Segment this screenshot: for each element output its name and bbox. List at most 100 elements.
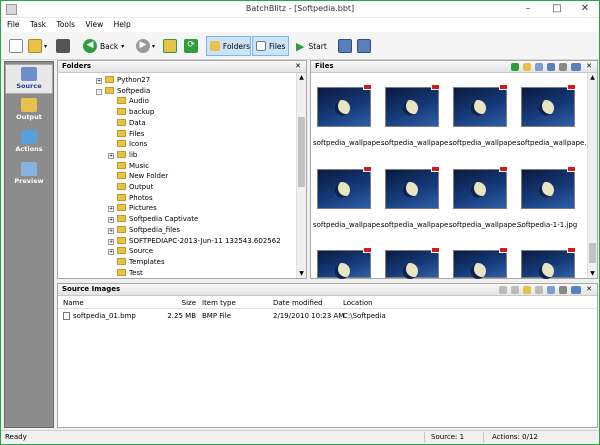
table-row[interactable]: softpedia_01.bmp 2.25 MB BMP File 2/19/2… xyxy=(58,310,597,322)
column-location[interactable]: Location xyxy=(343,299,373,307)
tree-item[interactable]: Test xyxy=(108,268,143,279)
image-thumbnail[interactable] xyxy=(521,166,576,209)
sidebar-item-preview[interactable]: Preview xyxy=(5,160,53,190)
toolbar: ▾ ◀ Back ▾ ▶ ▾ ⟳ Folders Files ▶ Start xyxy=(1,32,599,60)
tree-item[interactable]: Music xyxy=(108,161,149,172)
start-button[interactable]: ▶ Start xyxy=(296,36,327,56)
sort-icon[interactable] xyxy=(547,286,555,294)
tree-item[interactable]: Photos xyxy=(108,193,153,204)
format-badge-icon xyxy=(499,84,508,90)
new-button[interactable] xyxy=(9,36,23,56)
up-folder-button[interactable] xyxy=(163,36,177,56)
column-name[interactable]: Name xyxy=(63,299,84,307)
image-thumbnail[interactable] xyxy=(521,247,576,279)
save-icon xyxy=(56,39,70,53)
tree-item[interactable]: + Source xyxy=(108,246,153,257)
settings-button[interactable] xyxy=(338,36,352,56)
expand-icon[interactable]: + xyxy=(108,152,114,159)
column-item-type[interactable]: Item type xyxy=(202,299,236,307)
tree-item[interactable]: New Folder xyxy=(108,171,168,182)
tree-item[interactable]: + SOFTPEDIAPC-2013-Jun-11 132543.602562 xyxy=(108,236,281,247)
sidebar-item-output[interactable]: Output xyxy=(5,96,53,126)
move-up-icon[interactable] xyxy=(523,286,531,294)
files-toggle-button[interactable]: Files xyxy=(252,36,289,56)
expand-icon[interactable]: + xyxy=(108,217,114,224)
move-down-icon[interactable] xyxy=(535,286,543,294)
zoom-icon[interactable] xyxy=(559,286,567,294)
image-thumbnail[interactable] xyxy=(521,84,576,127)
expand-icon[interactable]: + xyxy=(96,78,102,84)
tree-item[interactable]: Data xyxy=(108,118,146,129)
save-button[interactable] xyxy=(56,36,70,56)
column-date-modified[interactable]: Date modified xyxy=(273,299,323,307)
image-thumbnail[interactable] xyxy=(453,166,508,209)
tree-item[interactable]: + lib xyxy=(108,150,137,161)
image-thumbnail[interactable] xyxy=(385,166,440,209)
expand-icon[interactable]: + xyxy=(108,227,114,234)
tree-item[interactable]: + Softpedia_files xyxy=(108,225,180,236)
folders-toggle-button[interactable]: Folders xyxy=(206,36,251,56)
add-all-icon[interactable] xyxy=(523,63,531,71)
files-scrollbar[interactable]: ▲ ▼ xyxy=(587,73,597,278)
menu-view[interactable]: View xyxy=(81,18,107,32)
tree-item[interactable]: + Pictures xyxy=(108,203,157,214)
maximize-button[interactable]: □ xyxy=(543,1,571,17)
folders-panel-close-icon[interactable]: ✕ xyxy=(295,61,301,72)
tree-item[interactable]: Output xyxy=(108,182,153,193)
close-button[interactable]: ✕ xyxy=(571,1,599,17)
image-thumbnail[interactable] xyxy=(317,166,372,209)
tree-item[interactable]: Audio xyxy=(108,96,149,107)
expand-icon[interactable]: + xyxy=(108,249,114,256)
image-thumbnail[interactable] xyxy=(317,247,372,279)
folders-scroll-thumb[interactable] xyxy=(298,117,305,187)
menu-file[interactable]: File xyxy=(1,18,24,32)
image-thumbnail[interactable] xyxy=(453,247,508,279)
filter-icon[interactable] xyxy=(547,63,555,71)
sidebar-item-actions[interactable]: Actions xyxy=(5,128,53,158)
tree-item[interactable]: Templates xyxy=(108,257,165,268)
settings-window-icon xyxy=(338,39,352,53)
image-thumbnail[interactable] xyxy=(385,247,440,279)
column-size[interactable]: Size xyxy=(158,299,196,307)
minimize-button[interactable]: – xyxy=(514,1,542,17)
status-source-count: Source: 1 xyxy=(431,433,465,441)
remove-icon[interactable] xyxy=(499,286,507,294)
folder-icon xyxy=(117,193,126,201)
sidebar-item-label: Actions xyxy=(15,145,43,153)
expand-icon[interactable]: + xyxy=(108,238,114,245)
expand-icon[interactable]: - xyxy=(96,88,102,95)
zoom-icon[interactable] xyxy=(559,63,567,71)
tree-item[interactable]: backup xyxy=(108,107,154,118)
back-button[interactable]: ◀ Back ▾ xyxy=(83,36,124,56)
image-thumbnail[interactable] xyxy=(317,84,372,127)
menu-help[interactable]: Help xyxy=(110,18,135,32)
folders-scrollbar[interactable]: ▲ ▼ xyxy=(296,73,306,278)
actions-icon xyxy=(21,130,37,144)
sidebar-item-source[interactable]: Source xyxy=(5,64,53,94)
view-mode-icon[interactable] xyxy=(571,63,581,71)
tree-item[interactable]: - Softpedia xyxy=(96,86,150,97)
forward-button[interactable]: ▶ ▾ xyxy=(136,36,155,56)
source-panel-close-icon[interactable]: ✕ xyxy=(586,284,592,295)
tree-item[interactable]: + Softpedia Captivate xyxy=(108,214,198,225)
layout-button[interactable] xyxy=(357,36,371,56)
tree-item[interactable]: Icons xyxy=(108,139,147,150)
image-thumbnail[interactable] xyxy=(385,84,440,127)
open-button[interactable]: ▾ xyxy=(28,36,47,56)
refresh-button[interactable]: ⟳ xyxy=(184,36,198,56)
image-thumbnail[interactable] xyxy=(453,84,508,127)
menu-tools[interactable]: Tools xyxy=(53,18,79,32)
select-icon[interactable] xyxy=(535,63,543,71)
thumbnail-label: softpedia_wallpape... xyxy=(449,139,524,147)
add-icon[interactable] xyxy=(511,63,519,71)
tree-item[interactable]: Files xyxy=(108,129,144,140)
tree-item[interactable]: + Python27 xyxy=(96,75,150,86)
files-panel-close-icon[interactable]: ✕ xyxy=(586,61,592,72)
tree-item-label: Templates xyxy=(129,257,165,266)
tree-item-label: backup xyxy=(129,108,155,117)
remove-all-icon[interactable] xyxy=(511,286,519,294)
files-scroll-thumb[interactable] xyxy=(589,243,596,263)
menu-task[interactable]: Task xyxy=(26,18,50,32)
view-mode-icon[interactable] xyxy=(571,286,581,294)
expand-icon[interactable]: + xyxy=(108,206,114,213)
